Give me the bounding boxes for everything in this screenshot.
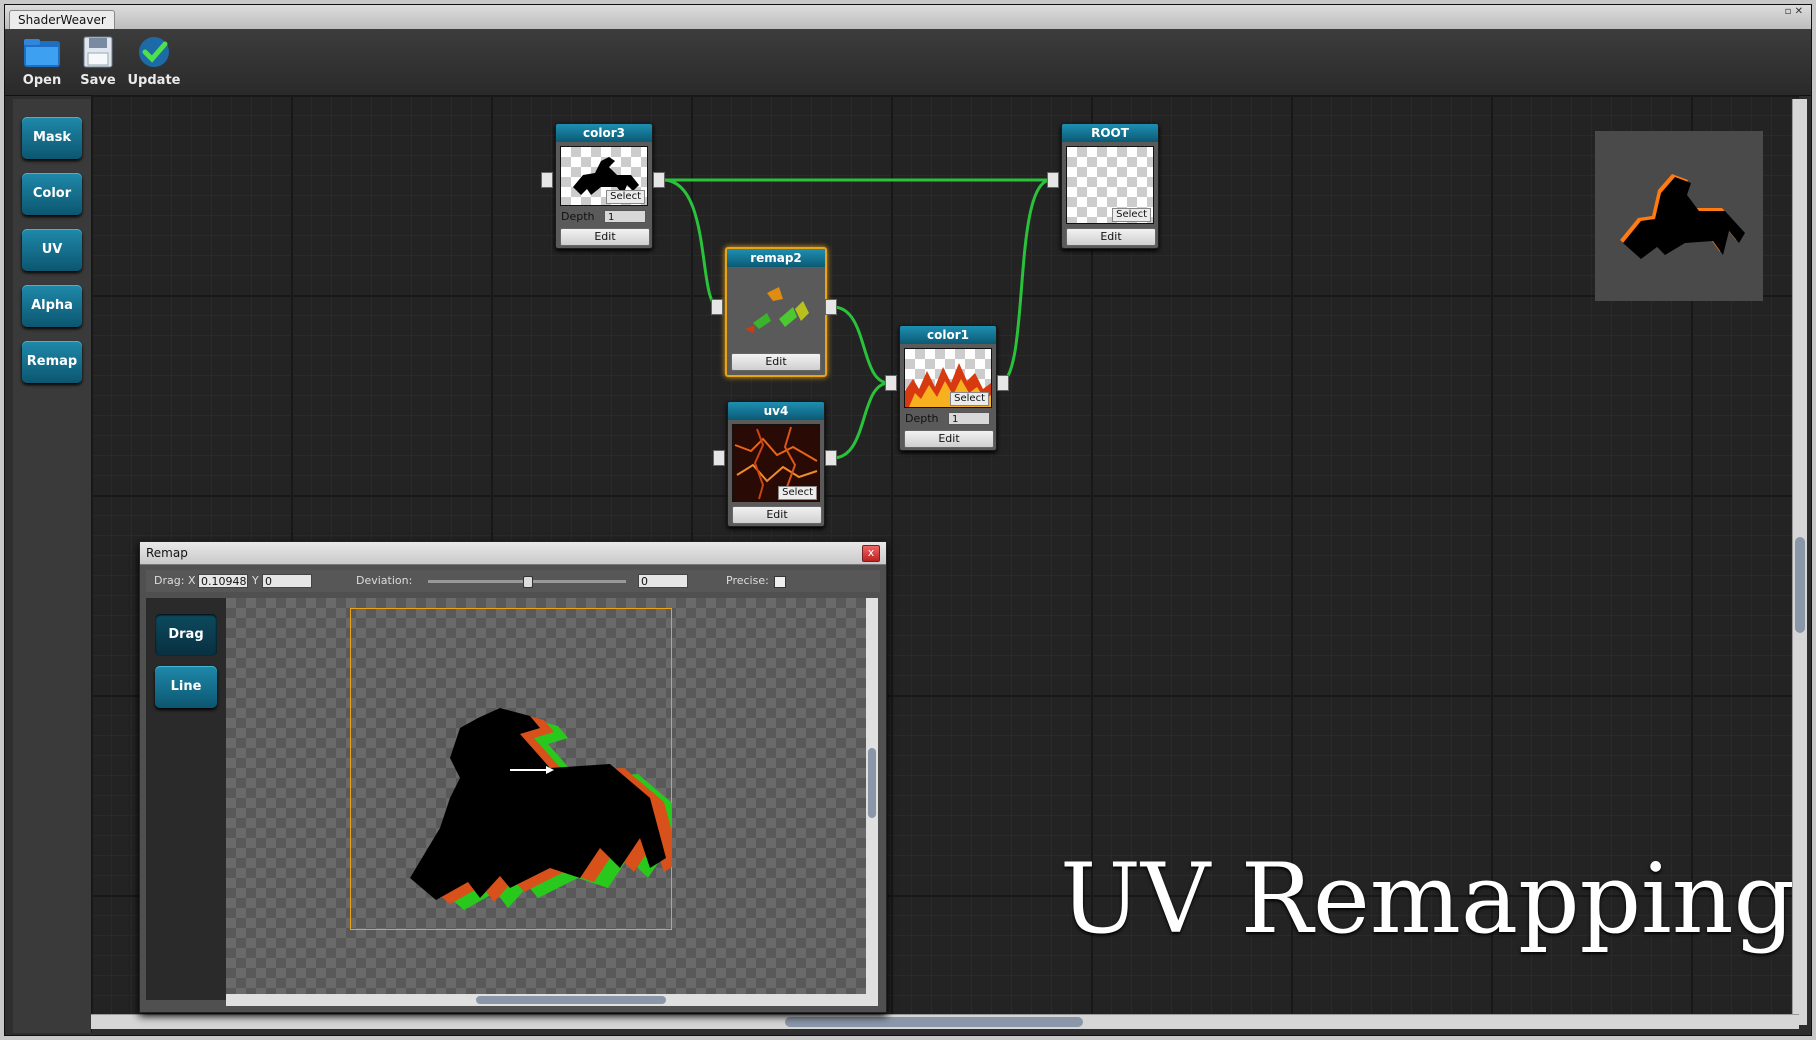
root-input-port[interactable] xyxy=(1047,172,1059,188)
sidebar-item-mask[interactable]: Mask xyxy=(22,117,82,159)
node-thumbnail: Select xyxy=(732,424,820,502)
x-label: X xyxy=(188,574,196,587)
folder-icon xyxy=(22,35,62,69)
select-button[interactable]: Select xyxy=(606,190,645,204)
checkmark-icon xyxy=(134,35,174,69)
remap-options-bar: Drag: X 0.10948 Y 0 Deviation: 0 Precise… xyxy=(146,570,880,592)
scroll-thumb[interactable] xyxy=(476,996,666,1004)
remap2-input-port[interactable] xyxy=(711,299,723,315)
remap2-output-port[interactable] xyxy=(825,299,837,315)
sidebar-item-uv[interactable]: UV xyxy=(22,229,82,271)
viewport-horizontal-scrollbar[interactable] xyxy=(226,994,878,1006)
line-tool-button[interactable]: Line xyxy=(155,666,217,708)
sidebar-item-remap[interactable]: Remap xyxy=(22,341,82,383)
floppy-disk-icon xyxy=(78,35,118,69)
horse-texture xyxy=(410,708,672,910)
close-icon[interactable]: x xyxy=(862,545,880,562)
depth-input[interactable]: 1 xyxy=(948,412,990,425)
deviation-input[interactable]: 0 xyxy=(638,574,688,588)
depth-input[interactable]: 1 xyxy=(604,210,646,223)
depth-label: Depth xyxy=(905,412,939,425)
sidebar-item-color[interactable]: Color xyxy=(22,173,82,215)
node-color3[interactable]: color3 Select Depth 1 Edit xyxy=(555,123,653,249)
app-window: ShaderWeaver ▫ ✕ Open Save Update Mask C… xyxy=(4,4,1812,1036)
update-label: Update xyxy=(127,73,181,88)
remap-dialog: Remap x Drag: X 0.10948 Y 0 Deviation: 0… xyxy=(139,541,887,1013)
drag-y-input[interactable]: 0 xyxy=(262,574,312,588)
edit-button[interactable]: Edit xyxy=(731,353,821,371)
result-preview xyxy=(1595,131,1763,301)
save-button[interactable]: Save xyxy=(71,35,125,88)
title-bar: ShaderWeaver ▫ ✕ xyxy=(5,5,1811,30)
drag-label: Drag: xyxy=(154,574,185,587)
remap-tool-panel: Drag Line xyxy=(146,598,226,1000)
node-remap2[interactable]: remap2 Edit xyxy=(725,247,827,377)
color3-input-port[interactable] xyxy=(541,172,553,188)
drag-x-input[interactable]: 0.10948 xyxy=(198,574,248,588)
select-button[interactable]: Select xyxy=(950,392,989,406)
select-button[interactable]: Select xyxy=(1112,208,1151,222)
node-root[interactable]: ROOT Select Edit xyxy=(1061,123,1159,249)
edit-button[interactable]: Edit xyxy=(904,430,994,448)
select-button[interactable]: Select xyxy=(778,486,817,500)
precise-checkbox[interactable] xyxy=(774,576,786,588)
sidebar-item-alpha[interactable]: Alpha xyxy=(22,285,82,327)
node-thumbnail xyxy=(733,273,819,343)
node-title: remap2 xyxy=(727,249,825,267)
wire-color3-remap2 xyxy=(662,178,720,309)
drag-tool-button[interactable]: Drag xyxy=(155,614,217,656)
window-title-tab[interactable]: ShaderWeaver xyxy=(9,10,115,29)
node-uv4[interactable]: uv4 Select Edit xyxy=(727,401,825,527)
update-button[interactable]: Update xyxy=(127,35,181,88)
color1-output-port[interactable] xyxy=(997,375,1009,391)
node-title: color3 xyxy=(556,124,652,142)
remap-viewport[interactable] xyxy=(226,598,866,994)
open-label: Open xyxy=(22,73,62,88)
overlay-caption: UV Remapping xyxy=(1060,843,1795,955)
uv4-input-port[interactable] xyxy=(713,450,725,466)
node-title: uv4 xyxy=(728,402,824,420)
precise-label: Precise: xyxy=(726,574,769,587)
deviation-slider[interactable] xyxy=(428,576,626,588)
save-label: Save xyxy=(80,73,116,88)
node-thumbnail: Select xyxy=(904,348,992,408)
node-title: ROOT xyxy=(1062,124,1158,142)
wire-remap2-color1 xyxy=(832,305,890,385)
dialog-title: Remap xyxy=(140,542,886,565)
toolbar: Open Save Update xyxy=(5,29,1811,96)
edit-button[interactable]: Edit xyxy=(1066,228,1156,246)
window-controls[interactable]: ▫ ✕ xyxy=(1785,7,1803,17)
horizontal-scrollbar[interactable] xyxy=(91,1014,1799,1029)
node-type-sidebar: Mask Color UV Alpha Remap xyxy=(13,99,92,1033)
viewport-vertical-scrollbar[interactable] xyxy=(866,598,878,994)
slider-knob[interactable] xyxy=(523,576,533,588)
uv4-output-port[interactable] xyxy=(825,450,837,466)
vertical-scrollbar[interactable] xyxy=(1792,99,1807,1025)
depth-label: Depth xyxy=(561,210,595,223)
edit-button[interactable]: Edit xyxy=(560,228,650,246)
wire-color1-root xyxy=(998,178,1052,385)
node-color1[interactable]: color1 Select Depth 1 Edit xyxy=(899,325,997,451)
node-title: color1 xyxy=(900,326,996,344)
node-thumbnail: Select xyxy=(1066,146,1154,224)
deviation-label: Deviation: xyxy=(356,574,413,587)
scroll-thumb[interactable] xyxy=(1795,537,1805,633)
scroll-thumb[interactable] xyxy=(785,1017,1083,1027)
node-thumbnail: Select xyxy=(560,146,648,206)
color3-output-port[interactable] xyxy=(653,172,665,188)
wire-uv4-color1 xyxy=(832,381,890,460)
open-button[interactable]: Open xyxy=(15,35,69,88)
edit-button[interactable]: Edit xyxy=(732,506,822,524)
y-label: Y xyxy=(252,574,259,587)
scroll-thumb[interactable] xyxy=(868,748,876,818)
color1-input-port[interactable] xyxy=(885,375,897,391)
